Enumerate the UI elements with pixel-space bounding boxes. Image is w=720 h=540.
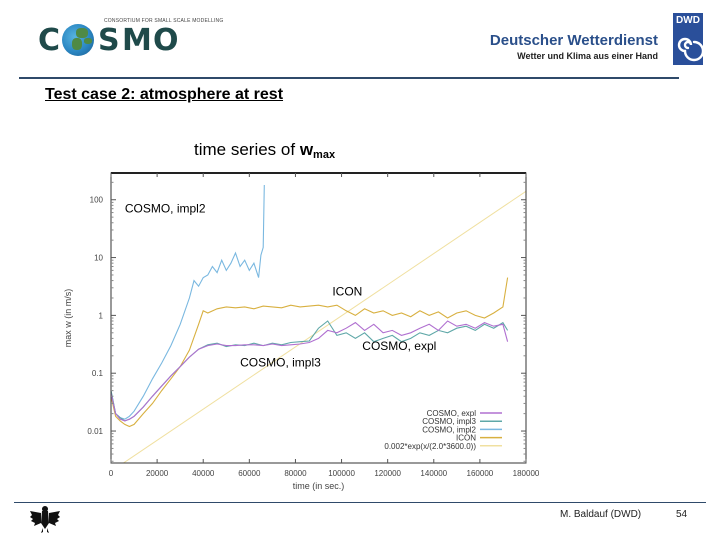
x-tick-label: 0	[109, 469, 114, 478]
series-line-cosmo-expl	[111, 320, 509, 422]
chart-svg: 0 20000 40000 60000 80000 100000 120000 140000 1…	[63, 172, 540, 491]
series-line-cosmo-impl3	[111, 320, 509, 422]
chart-annotation: ICON	[332, 285, 362, 299]
x-tick-label: 140000	[420, 469, 447, 478]
series-line-cosmo-impl2	[111, 184, 265, 420]
y-tick-label: 100	[90, 196, 104, 205]
x-tick-label: 120000	[374, 469, 401, 478]
legend-label: 0.002*exp(x/(2.0*3600.0))	[384, 442, 476, 451]
y-tick-label: 10	[94, 254, 103, 263]
x-tick-label: 180000	[513, 469, 540, 478]
x-tick-label: 80000	[284, 469, 307, 478]
x-tick-label: 20000	[146, 469, 169, 478]
x-tick-label: 160000	[467, 469, 494, 478]
federal-eagle-icon	[30, 506, 60, 533]
legend: COSMO, explCOSMO, impl3COSMO, impl2ICON0…	[384, 409, 502, 451]
page-number: 54	[676, 509, 688, 520]
x-tick-label: 100000	[328, 469, 355, 478]
chart-annotation: COSMO, impl2	[125, 202, 206, 216]
x-axis-label: time (in sec.)	[293, 481, 345, 491]
x-tick-label: 40000	[192, 469, 215, 478]
x-tick-label: 60000	[238, 469, 261, 478]
series-line-icon	[111, 277, 509, 428]
y-axis-label: max w (in m/s)	[63, 289, 73, 348]
y-tick-label: 0.1	[92, 369, 104, 378]
chart-annotation: COSMO, expl	[362, 339, 436, 353]
footer-divider	[14, 502, 706, 503]
y-tick-label: 1	[99, 311, 104, 320]
y-tick-label: 0.01	[87, 427, 103, 436]
footer-author: M. Baldauf (DWD)	[560, 509, 642, 520]
chart-annotation: COSMO, impl3	[240, 356, 321, 370]
